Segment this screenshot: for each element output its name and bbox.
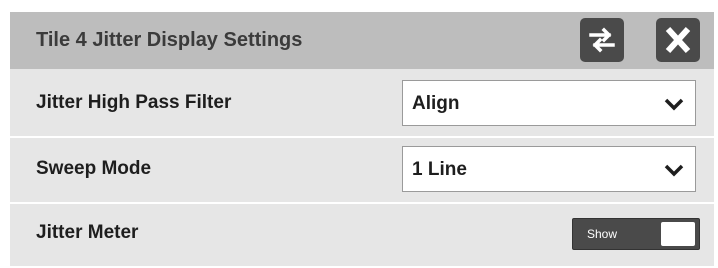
- swap-button[interactable]: [580, 18, 624, 62]
- jitter-high-pass-filter-value: Align: [412, 93, 460, 114]
- setting-row-sweep-mode: Sweep Mode 1 Line: [10, 138, 714, 202]
- sweep-mode-value: 1 Line: [412, 159, 467, 180]
- chevron-down-icon: [664, 98, 684, 111]
- jitter-high-pass-filter-label: Jitter High Pass Filter: [36, 92, 232, 113]
- toggle-state-label: Show: [587, 227, 618, 241]
- setting-row-jitter-meter: Jitter Meter Show: [10, 204, 714, 266]
- close-x-icon: [665, 26, 691, 54]
- sweep-mode-dropdown[interactable]: 1 Line: [402, 146, 696, 192]
- toggle-knob[interactable]: [661, 222, 695, 246]
- jitter-high-pass-filter-dropdown[interactable]: Align: [402, 80, 696, 126]
- title-bar: Tile 4 Jitter Display Settings: [10, 12, 714, 69]
- jitter-display-settings-dialog: Tile 4 Jitter Display Settings Jitter Hi…: [10, 12, 714, 266]
- swap-arrows-icon: [589, 27, 615, 53]
- jitter-meter-label: Jitter Meter: [36, 222, 139, 243]
- dialog-title: Tile 4 Jitter Display Settings: [36, 29, 303, 51]
- setting-row-jitter-high-pass-filter: Jitter High Pass Filter Align: [10, 72, 714, 136]
- chevron-down-icon: [664, 164, 684, 177]
- close-button[interactable]: [656, 18, 700, 62]
- jitter-meter-toggle[interactable]: Show: [572, 218, 700, 250]
- sweep-mode-label: Sweep Mode: [36, 158, 152, 179]
